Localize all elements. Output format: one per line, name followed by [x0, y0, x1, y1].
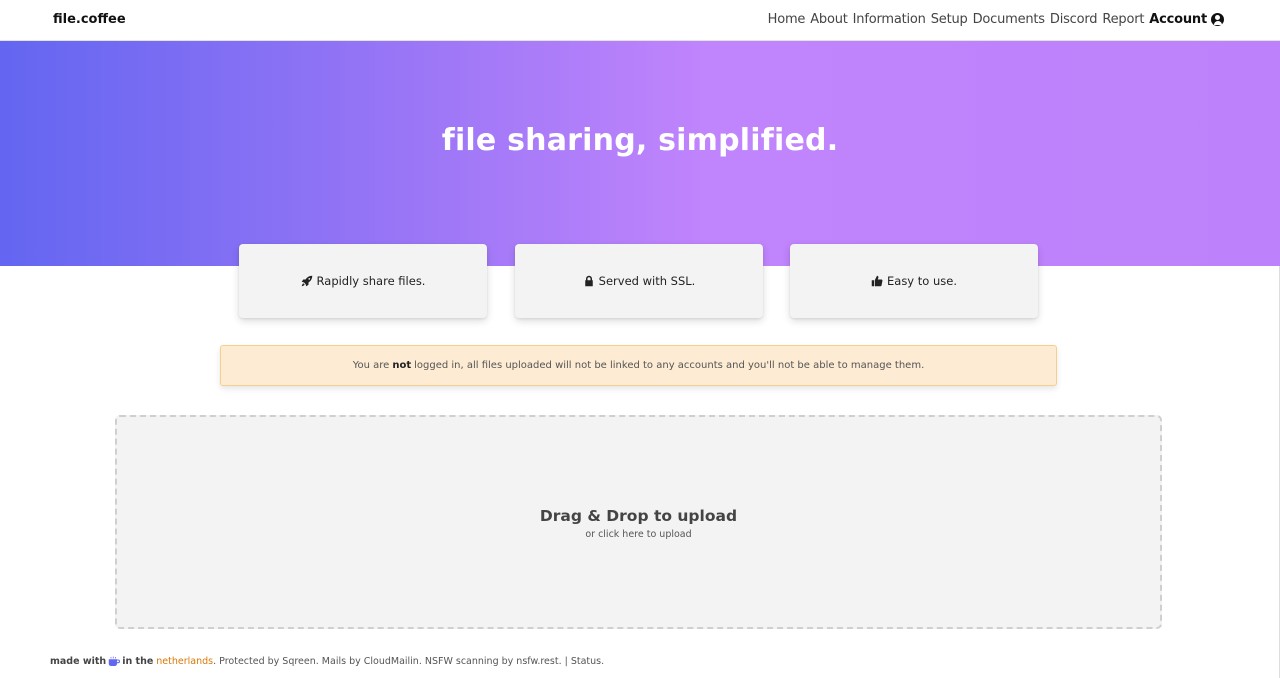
footer-nsfw[interactable]: NSFW scanning by nsfw.rest. [425, 656, 562, 667]
feature-card-ssl: Served with SSL. [515, 244, 763, 318]
brand-logo[interactable]: file.coffee [53, 12, 126, 27]
footer-protected: . Protected by Sqreen. [213, 656, 319, 667]
footer-mails[interactable]: Mails by CloudMailin. [322, 656, 422, 667]
dropzone-subtitle: or click here to upload [585, 529, 692, 540]
alert-suffix: logged in, all files uploaded will not b… [414, 360, 925, 371]
nav-report[interactable]: Report [1102, 12, 1144, 27]
rocket-icon [301, 275, 312, 287]
nav-about[interactable]: About [810, 12, 848, 27]
thumbs-up-icon [871, 275, 883, 287]
footer-in-the: in the [122, 656, 154, 667]
login-warning-alert: You are not logged in, all files uploade… [220, 345, 1057, 386]
nav-home[interactable]: Home [768, 12, 806, 27]
feature-card-share: Rapidly share files. [239, 244, 487, 318]
footer-country-link[interactable]: netherlands [156, 656, 213, 667]
nav-account-label: Account [1149, 12, 1207, 27]
nav-account[interactable]: Account [1149, 12, 1224, 27]
nav-documents[interactable]: Documents [973, 12, 1046, 27]
alert-prefix: You are [352, 360, 390, 371]
nav-information[interactable]: Information [853, 12, 926, 27]
feature-card-label: Rapidly share files. [316, 274, 426, 288]
coffee-icon [108, 656, 121, 666]
alert-emphasis: not [392, 360, 412, 371]
nav-menu: Home About Information Setup Documents D… [768, 12, 1224, 27]
upload-dropzone[interactable]: Drag & Drop to upload or click here to u… [115, 415, 1162, 629]
lock-icon [584, 275, 593, 287]
feature-card-label: Served with SSL. [598, 274, 696, 288]
footer: made with in the netherlands . Protected… [50, 656, 604, 667]
navbar: file.coffee Home About Information Setup… [0, 0, 1280, 41]
nav-discord[interactable]: Discord [1050, 12, 1098, 27]
hero-banner: file sharing, simplified. [0, 41, 1280, 266]
user-circle-icon [1211, 13, 1224, 26]
page: file.coffee Home About Information Setup… [0, 0, 1280, 678]
footer-made-with: made with [50, 656, 107, 667]
feature-card-easy: Easy to use. [790, 244, 1038, 318]
footer-status-link[interactable]: | Status. [565, 656, 605, 667]
hero-title: file sharing, simplified. [441, 123, 839, 158]
nav-setup[interactable]: Setup [931, 12, 968, 27]
feature-card-label: Easy to use. [887, 274, 957, 288]
dropzone-title: Drag & Drop to upload [539, 507, 738, 525]
